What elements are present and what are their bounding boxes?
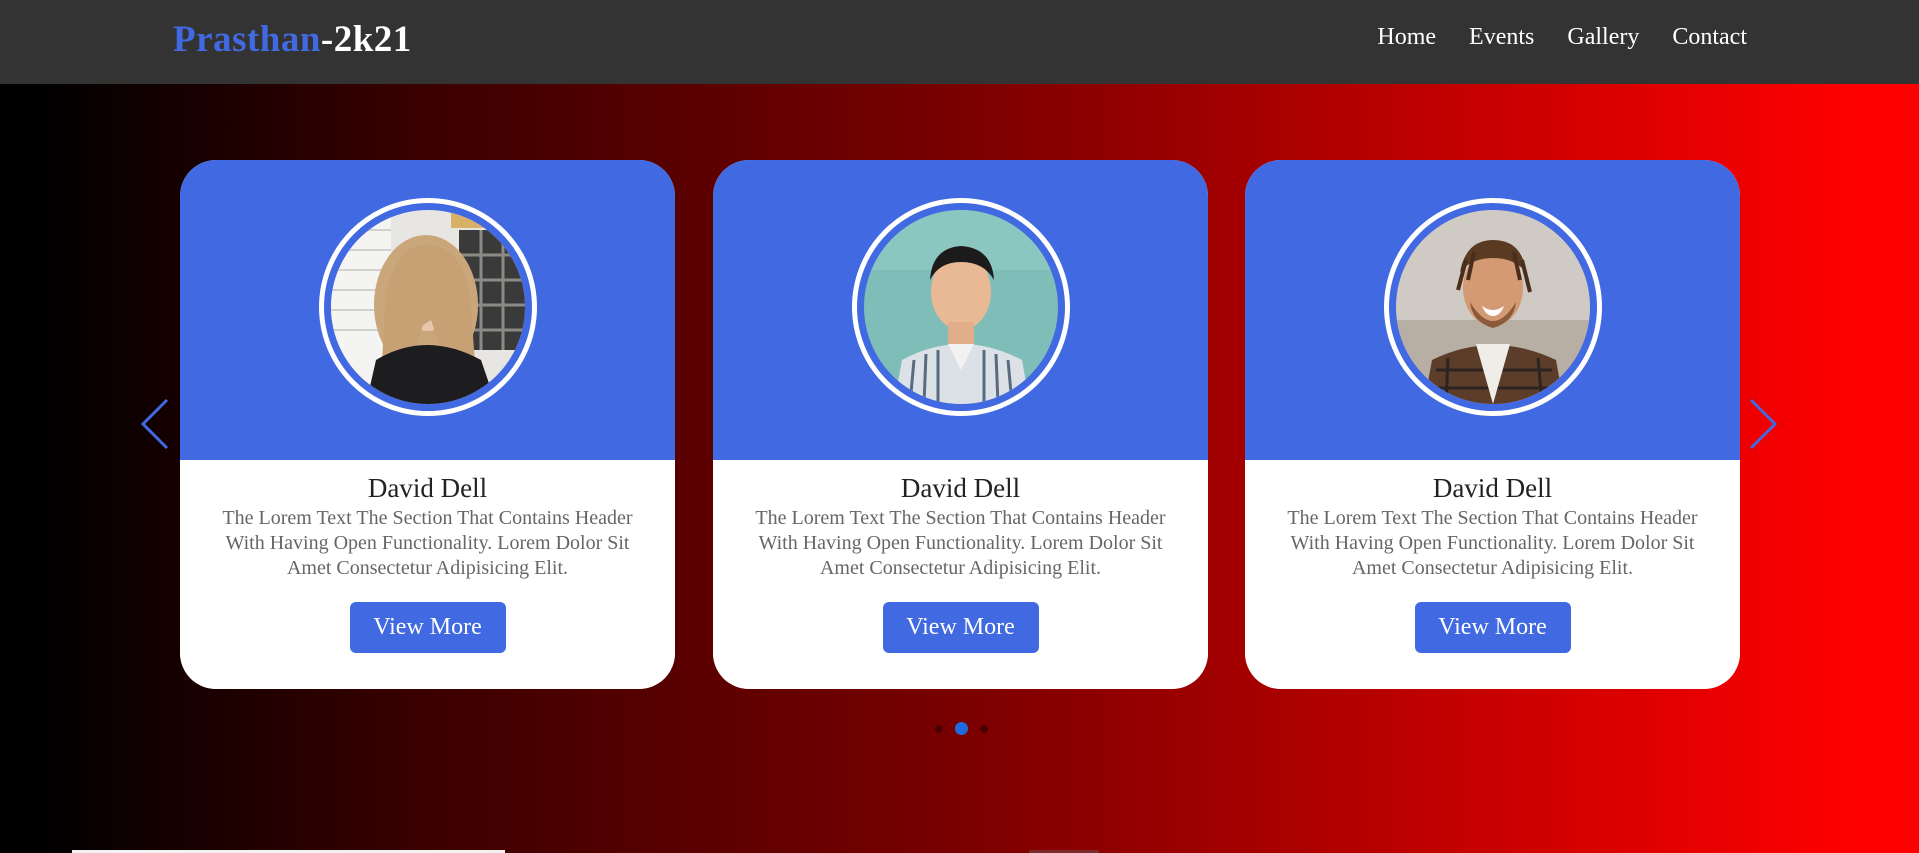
view-more-button[interactable]: View More [882,602,1039,653]
site-logo[interactable]: Prasthan-2k21 [173,18,412,61]
nav-home-link[interactable]: Home [1377,24,1436,51]
nav-gallery-link[interactable]: Gallery [1567,24,1639,51]
profile-card: David Dell The Lorem Text The Section Th… [1245,160,1740,689]
avatar [863,210,1058,404]
profile-description: The Lorem Text The Section That Contains… [755,507,1166,579]
chevron-left-icon [140,398,169,450]
man-portrait-photo [863,210,1058,404]
avatar [330,210,525,404]
profile-card: David Dell The Lorem Text The Section Th… [180,160,675,689]
carousel-pagination [935,722,988,735]
pagination-dot-active[interactable] [955,722,968,735]
carousel-next-button[interactable] [1745,396,1781,452]
logo-brand: Prasthan [173,19,321,60]
avatar [1395,210,1590,404]
nav-contact-link[interactable]: Contact [1672,24,1747,51]
man-plaid-shirt-photo [1395,210,1590,404]
navbar: Prasthan-2k21 Home Events Gallery Contac… [0,0,1919,84]
profile-name: David Dell [1432,473,1553,503]
chevron-right-icon [1749,398,1778,450]
nav-events-link[interactable]: Events [1469,24,1534,51]
view-more-button[interactable]: View More [1414,602,1571,653]
pagination-dot[interactable] [980,724,988,733]
profile-card: David Dell The Lorem Text The Section Th… [713,160,1208,689]
carousel-prev-button[interactable] [137,396,173,452]
avatar-frame [318,198,537,416]
avatar-frame [851,198,1070,416]
woman-portrait-photo [330,210,525,404]
view-more-button[interactable]: View More [349,602,506,653]
pagination-dot[interactable] [935,724,943,733]
profile-name: David Dell [367,473,488,503]
profile-name: David Dell [900,473,1021,503]
nav-links: Home Events Gallery Contact [1377,24,1747,51]
logo-year: -2k21 [320,19,412,60]
profile-description: The Lorem Text The Section That Contains… [222,507,633,579]
profile-description: The Lorem Text The Section That Contains… [1287,507,1698,579]
avatar-frame [1383,198,1602,416]
